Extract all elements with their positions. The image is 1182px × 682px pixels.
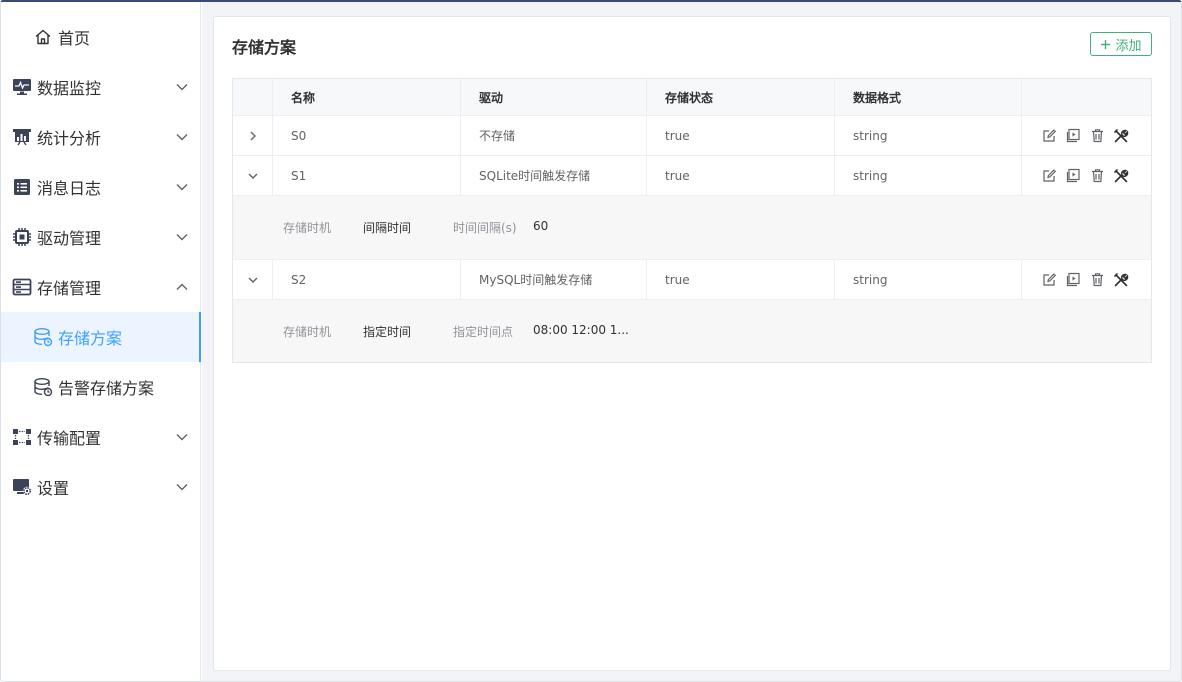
row-expanded-detail: 存储时机 间隔时间 时间间隔(s) 60 bbox=[233, 196, 1151, 260]
tools-icon[interactable] bbox=[1113, 128, 1129, 144]
row-expanded-detail: 存储时机 指定时间 指定时间点 08:00 12:00 1... bbox=[233, 300, 1151, 362]
add-button-label: 添加 bbox=[1115, 38, 1142, 54]
cell-driver: MySQL时间触发存储 bbox=[461, 260, 647, 299]
sidebar-item-label: 消息日志 bbox=[37, 179, 102, 198]
view-detail-icon[interactable] bbox=[1065, 128, 1081, 144]
server-icon bbox=[12, 277, 32, 297]
tools-icon[interactable] bbox=[1113, 272, 1129, 288]
settings-monitor-icon bbox=[12, 477, 32, 497]
detail-label: 时间间隔(s) bbox=[453, 221, 517, 235]
sidebar-item-transfer-config[interactable]: 传输配置 bbox=[1, 412, 201, 462]
row-actions bbox=[1022, 116, 1151, 155]
monitor-icon bbox=[12, 77, 32, 97]
log-icon bbox=[12, 177, 32, 197]
cell-format: string bbox=[835, 260, 1022, 299]
chevron-down-icon bbox=[176, 434, 188, 441]
sidebar-item-label: 告警存储方案 bbox=[58, 379, 155, 398]
edit-icon[interactable] bbox=[1041, 272, 1057, 288]
sidebar-item-label: 传输配置 bbox=[37, 429, 102, 448]
sidebar-item-settings[interactable]: 设置 bbox=[1, 462, 201, 512]
column-header: 名称 bbox=[273, 79, 461, 115]
cell-name: S0 bbox=[273, 116, 461, 155]
sidebar-subitem-storage-scheme[interactable]: 存储方案 bbox=[1, 312, 201, 362]
detail-value: 间隔时间 bbox=[363, 221, 412, 235]
view-detail-icon[interactable] bbox=[1065, 272, 1081, 288]
detail-label: 存储时机 bbox=[283, 221, 332, 235]
row-actions bbox=[1022, 156, 1151, 195]
delete-icon[interactable] bbox=[1089, 128, 1105, 144]
cell-format: string bbox=[835, 156, 1022, 195]
edit-icon[interactable] bbox=[1041, 128, 1057, 144]
table-row: S2 MySQL时间触发存储 true string bbox=[233, 260, 1151, 300]
detail-value: 指定时间 bbox=[363, 325, 412, 339]
column-header: 存储状态 bbox=[647, 79, 835, 115]
chevron-down-icon bbox=[176, 184, 188, 191]
storage-scheme-table: 名称 驱动 存储状态 数据格式 S0 不存储 true string S1 SQ… bbox=[232, 78, 1152, 363]
view-detail-icon[interactable] bbox=[1065, 168, 1081, 184]
header-actions bbox=[1022, 79, 1151, 115]
expand-toggle[interactable] bbox=[233, 156, 273, 195]
sidebar-item-label: 驱动管理 bbox=[37, 229, 102, 248]
tools-icon[interactable] bbox=[1113, 168, 1129, 184]
chevron-up-icon bbox=[176, 283, 188, 290]
table-row: S1 SQLite时间触发存储 true string bbox=[233, 156, 1151, 196]
cell-driver: 不存储 bbox=[461, 116, 647, 155]
cell-format: string bbox=[835, 116, 1022, 155]
cell-name: S2 bbox=[273, 260, 461, 299]
chevron-down-icon bbox=[176, 84, 188, 91]
delete-icon[interactable] bbox=[1089, 272, 1105, 288]
chevron-down-icon bbox=[248, 173, 257, 179]
detail-value: 60 bbox=[533, 219, 549, 233]
cell-name: S1 bbox=[273, 156, 461, 195]
sidebar-item-label: 存储方案 bbox=[58, 329, 123, 348]
column-header: 数据格式 bbox=[835, 79, 1022, 115]
database-alarm-icon bbox=[33, 377, 53, 397]
cell-status: true bbox=[647, 260, 835, 299]
chevron-down-icon bbox=[176, 134, 188, 141]
chevron-down-icon bbox=[176, 234, 188, 241]
chart-board-icon bbox=[12, 127, 32, 147]
cell-driver: SQLite时间触发存储 bbox=[461, 156, 647, 195]
sidebar-item-storage-management[interactable]: 存储管理 bbox=[1, 262, 201, 312]
network-nodes-icon bbox=[12, 427, 32, 447]
sidebar-item-message-log[interactable]: 消息日志 bbox=[1, 162, 201, 212]
sidebar-subitem-alarm-storage-scheme[interactable]: 告警存储方案 bbox=[1, 362, 201, 412]
cell-status: true bbox=[647, 116, 835, 155]
sidebar-item-label: 存储管理 bbox=[37, 279, 102, 298]
page-title: 存储方案 bbox=[232, 38, 297, 57]
header-expand bbox=[233, 79, 273, 115]
detail-value: 08:00 12:00 1... bbox=[533, 323, 629, 337]
sidebar-item-label: 设置 bbox=[37, 479, 70, 498]
expand-toggle[interactable] bbox=[233, 116, 273, 155]
table-header: 名称 驱动 存储状态 数据格式 bbox=[233, 79, 1151, 116]
chevron-down-icon bbox=[248, 277, 257, 283]
chevron-down-icon bbox=[176, 484, 188, 491]
home-icon bbox=[33, 27, 53, 47]
expand-toggle[interactable] bbox=[233, 260, 273, 299]
row-actions bbox=[1022, 260, 1151, 299]
table-row: S0 不存储 true string bbox=[233, 116, 1151, 156]
delete-icon[interactable] bbox=[1089, 168, 1105, 184]
sidebar-item-home[interactable]: 首页 bbox=[1, 12, 201, 62]
sidebar-item-driver-management[interactable]: 驱动管理 bbox=[1, 212, 201, 262]
add-button[interactable]: 添加 bbox=[1090, 32, 1152, 56]
sidebar: 首页 数据监控 统计分析 消息日志 驱动管理 存储管理 存储方案 告警存储方案 … bbox=[1, 2, 201, 681]
sidebar-item-label: 数据监控 bbox=[37, 79, 102, 98]
cell-status: true bbox=[647, 156, 835, 195]
chip-icon bbox=[12, 227, 32, 247]
edit-icon[interactable] bbox=[1041, 168, 1057, 184]
detail-label: 存储时机 bbox=[283, 325, 332, 339]
sidebar-item-data-monitor[interactable]: 数据监控 bbox=[1, 62, 201, 112]
plus-icon bbox=[1101, 39, 1111, 49]
sidebar-item-label: 统计分析 bbox=[37, 129, 102, 148]
detail-label: 指定时间点 bbox=[453, 325, 514, 339]
sidebar-item-statistics[interactable]: 统计分析 bbox=[1, 112, 201, 162]
database-icon bbox=[33, 327, 53, 347]
column-header: 驱动 bbox=[461, 79, 647, 115]
sidebar-item-label: 首页 bbox=[58, 29, 91, 48]
chevron-right-icon bbox=[250, 131, 256, 140]
